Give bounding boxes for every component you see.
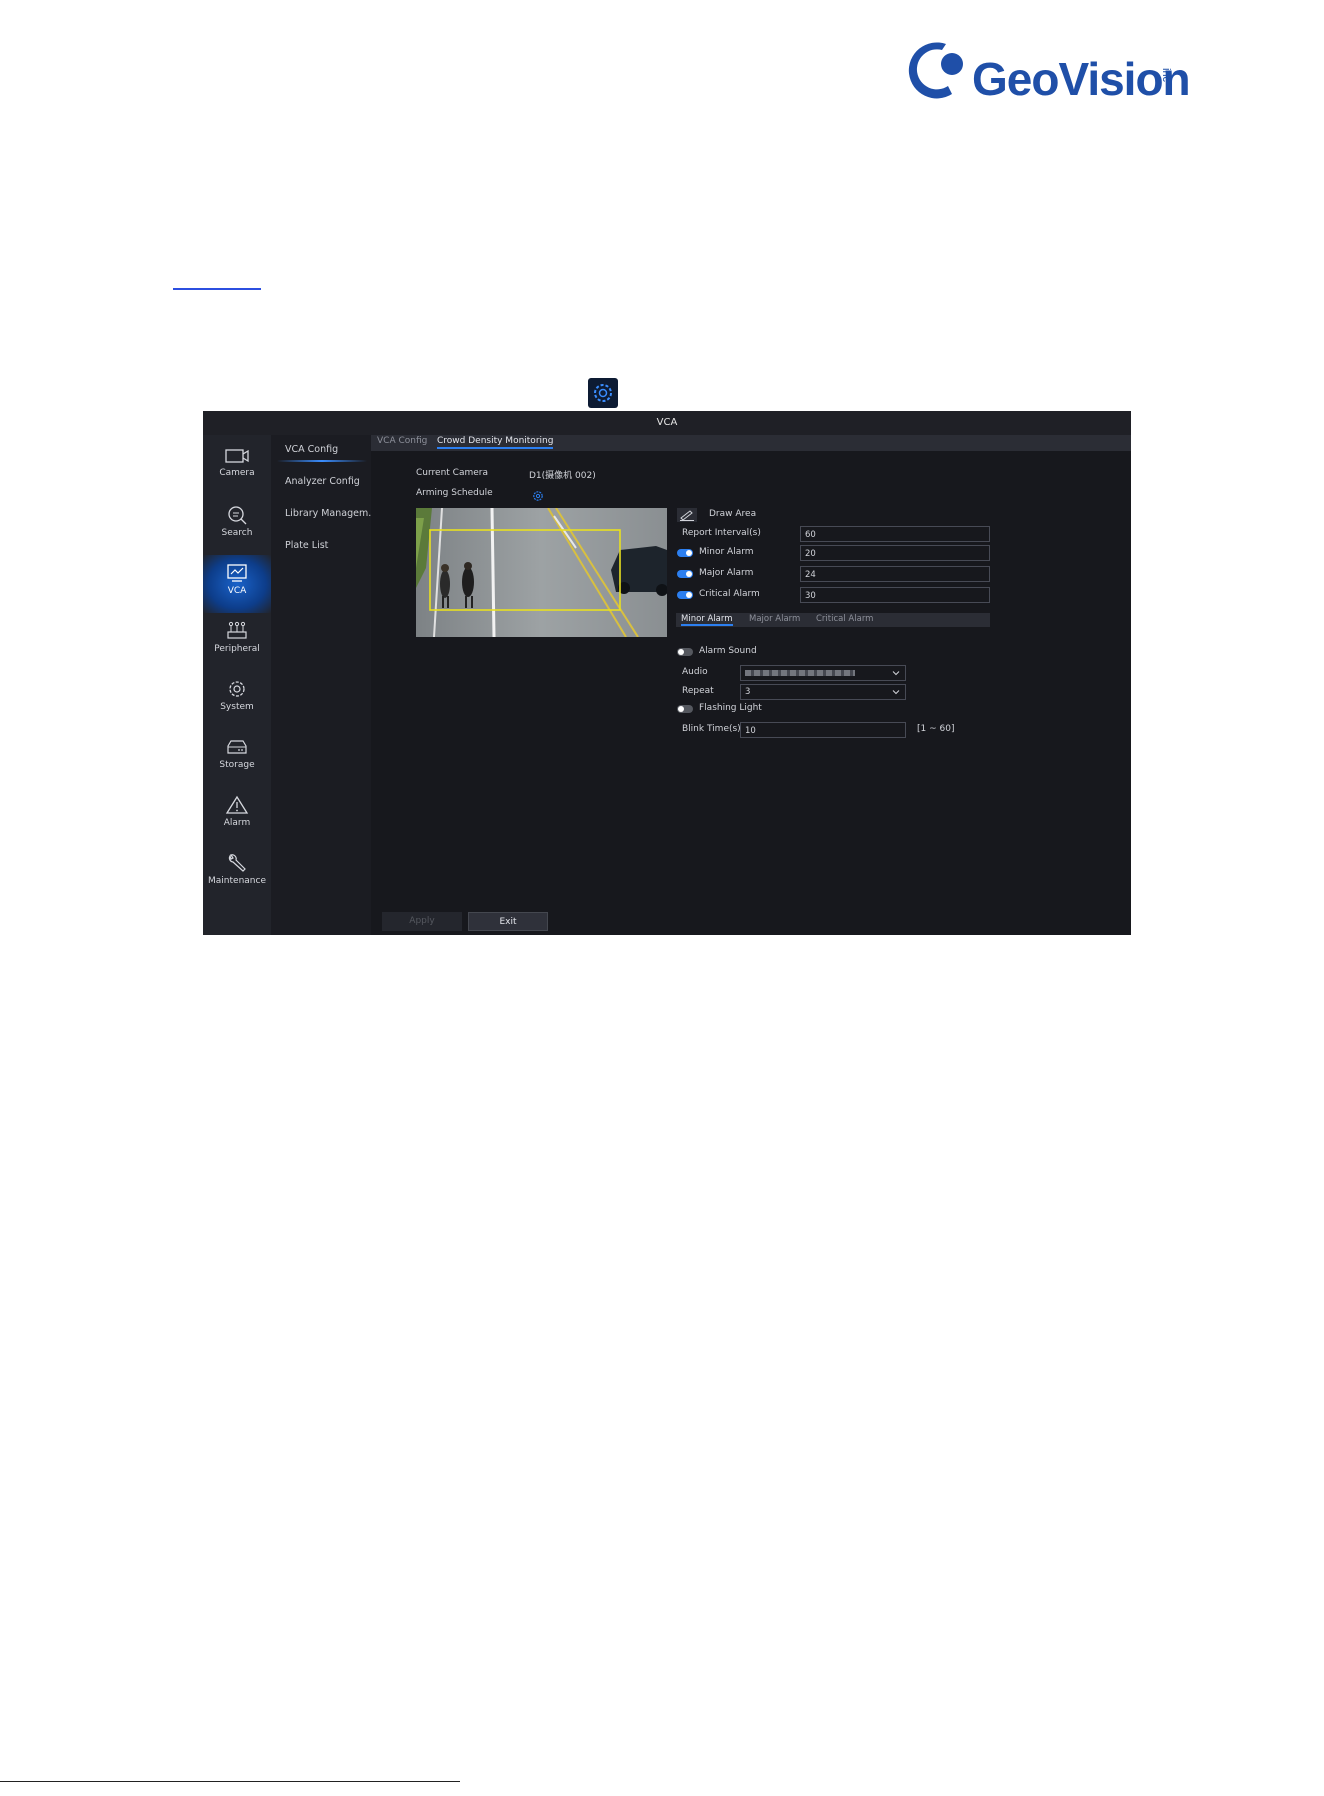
tab-crowd-density-monitoring[interactable]: Crowd Density Monitoring xyxy=(437,436,554,449)
nav-item-system[interactable]: System xyxy=(203,671,271,729)
vca-subnav: VCA Config Analyzer Config Library Manag… xyxy=(271,435,377,935)
nav-item-peripheral[interactable]: Peripheral xyxy=(203,613,271,671)
storage-icon xyxy=(227,740,247,754)
vca-icon xyxy=(227,564,247,582)
chevron-down-icon xyxy=(892,690,900,695)
nav-item-vca[interactable]: VCA xyxy=(203,555,271,613)
audio-select[interactable] xyxy=(740,665,906,681)
alarm-sound-label: Alarm Sound xyxy=(699,646,757,656)
tab-major-alarm[interactable]: Major Alarm xyxy=(749,614,800,624)
chevron-down-icon xyxy=(892,671,900,676)
major-alarm-toggle[interactable] xyxy=(677,570,693,578)
arming-schedule-gear-icon[interactable] xyxy=(532,487,544,506)
peripheral-icon xyxy=(227,621,247,639)
main-panel: VCA Config Crowd Density Monitoring Curr… xyxy=(371,435,1131,935)
major-alarm-input[interactable]: 24 xyxy=(800,566,990,582)
major-alarm-label: Major Alarm xyxy=(699,568,754,578)
flashing-light-label: Flashing Light xyxy=(699,703,762,713)
subnav-item-plate-list[interactable]: Plate List xyxy=(285,540,328,551)
nav-label: Storage xyxy=(219,760,255,770)
repeat-select[interactable]: 3 xyxy=(740,684,906,700)
alarm-level-tabs: Minor Alarm Major Alarm Critical Alarm xyxy=(676,613,990,627)
exit-button[interactable]: Exit xyxy=(468,912,548,931)
critical-alarm-toggle[interactable] xyxy=(677,591,693,599)
alarm-sound-toggle[interactable] xyxy=(677,648,693,656)
apply-button[interactable]: Apply xyxy=(382,912,462,931)
nav-label: System xyxy=(220,702,254,712)
blink-time-label: Blink Time(s) xyxy=(682,724,741,734)
camera-snapshot[interactable] xyxy=(416,508,667,637)
minor-alarm-label: Minor Alarm xyxy=(699,547,754,557)
system-gear-icon xyxy=(229,681,245,697)
nav-item-maintenance[interactable]: Maintenance xyxy=(203,845,271,903)
geovision-logo: GeoVision inc xyxy=(908,38,1191,110)
repeat-value: 3 xyxy=(745,687,751,697)
audio-label: Audio xyxy=(682,667,708,677)
nav-label: Search xyxy=(221,528,253,538)
nav-item-camera[interactable]: Camera xyxy=(203,439,271,497)
tab-bar: VCA Config Crowd Density Monitoring xyxy=(371,435,1131,451)
repeat-label: Repeat xyxy=(682,686,714,696)
draw-area-label: Draw Area xyxy=(709,509,757,519)
critical-alarm-label: Critical Alarm xyxy=(699,589,760,599)
logo-suffix: inc xyxy=(1160,68,1172,83)
nav-label: Alarm xyxy=(223,818,251,828)
blink-time-input[interactable]: 10 xyxy=(740,722,906,738)
nav-item-storage[interactable]: Storage xyxy=(203,729,271,787)
alarm-icon xyxy=(225,795,249,814)
geovision-logo-mark xyxy=(908,42,963,99)
footer-rule xyxy=(0,1781,460,1782)
road-scene-image xyxy=(416,508,667,637)
critical-alarm-input[interactable]: 30 xyxy=(800,587,990,603)
audio-value-blurred xyxy=(745,670,855,676)
camera-icon xyxy=(225,449,249,463)
logo-wordmark: GeoVision xyxy=(972,53,1191,105)
nav-label: Camera xyxy=(219,468,255,478)
gear-icon xyxy=(588,378,618,408)
vca-window: VCA Camera Search VCA Peripheral System … xyxy=(203,411,1131,935)
arming-schedule-label: Arming Schedule xyxy=(416,488,493,498)
nav-label: Peripheral xyxy=(214,644,260,654)
minor-alarm-toggle[interactable] xyxy=(677,549,693,557)
tab-minor-alarm[interactable]: Minor Alarm xyxy=(681,614,733,626)
minor-alarm-input[interactable]: 20 xyxy=(800,545,990,561)
draw-area-icon[interactable] xyxy=(677,507,697,526)
current-camera-value: D1(摄像机 002) xyxy=(529,471,596,481)
flashing-light-toggle[interactable] xyxy=(677,705,693,713)
nav-label: VCA xyxy=(227,586,247,596)
subnav-item-analyzer-config[interactable]: Analyzer Config xyxy=(285,476,360,487)
subnav-item-library-management[interactable]: Library Managem... xyxy=(285,508,377,519)
main-nav: Camera Search VCA Peripheral System Stor… xyxy=(203,435,271,935)
tab-vca-config[interactable]: VCA Config xyxy=(377,436,427,446)
nav-item-search[interactable]: Search xyxy=(203,497,271,555)
subnav-item-vca-config[interactable]: VCA Config xyxy=(276,444,368,462)
nav-label: Maintenance xyxy=(208,876,266,886)
tab-critical-alarm[interactable]: Critical Alarm xyxy=(816,614,873,624)
wrench-icon xyxy=(228,854,246,872)
search-icon xyxy=(228,506,247,525)
document-link[interactable] xyxy=(173,270,261,290)
current-camera-label: Current Camera xyxy=(416,468,488,478)
window-title: VCA xyxy=(203,411,1131,435)
blink-time-range: [1 ~ 60] xyxy=(917,724,955,734)
report-interval-input[interactable]: 60 xyxy=(800,526,990,542)
nav-item-alarm[interactable]: Alarm xyxy=(203,787,271,845)
report-interval-label: Report Interval(s) xyxy=(682,528,761,538)
